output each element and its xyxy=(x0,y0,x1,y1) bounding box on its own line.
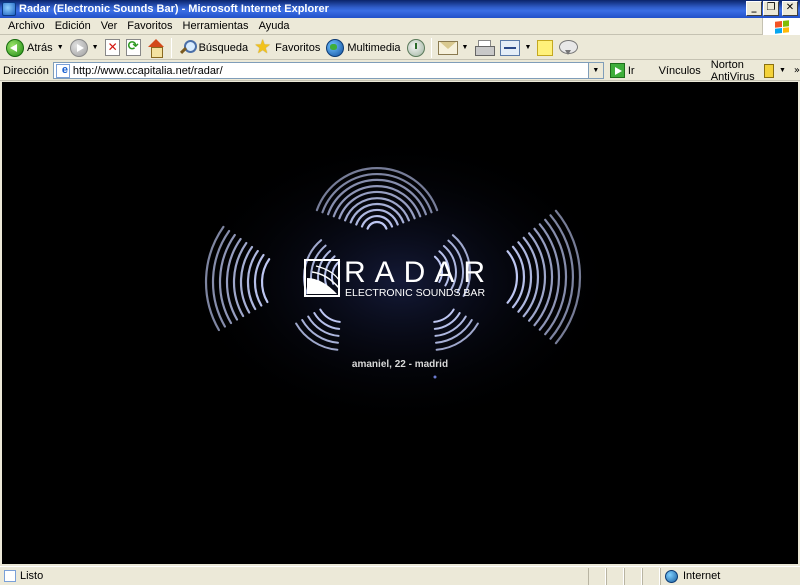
media-label: Multimedia xyxy=(347,41,401,54)
venue-address: amaniel, 22 - madrid xyxy=(352,359,448,370)
notes-button[interactable] xyxy=(534,37,556,59)
messenger-icon xyxy=(559,39,579,57)
status-cell xyxy=(588,567,606,585)
toolbar-separator xyxy=(430,37,432,58)
refresh-button[interactable] xyxy=(123,37,144,59)
mail-button[interactable]: ▼ xyxy=(435,37,472,59)
address-dropdown-icon[interactable]: ▼ xyxy=(587,63,603,78)
menu-archivo[interactable]: Archivo xyxy=(3,20,50,32)
security-zone[interactable]: Internet xyxy=(660,567,788,585)
windows-logo xyxy=(762,18,800,35)
forward-arrow-icon xyxy=(69,38,88,57)
menu-herramientas[interactable]: Herramientas xyxy=(178,20,254,32)
page-content: RADAR ELECTRONIC SOUNDS BAR amaniel, 22 … xyxy=(2,82,798,564)
status-cell xyxy=(624,567,642,585)
internet-globe-icon xyxy=(665,569,678,583)
toolbar-separator xyxy=(170,37,172,58)
windows-flag-icon xyxy=(774,19,789,34)
star-icon xyxy=(254,36,272,58)
messenger-button[interactable] xyxy=(556,37,580,59)
search-button[interactable]: Búsqueda xyxy=(175,37,252,59)
close-button[interactable]: ✕ xyxy=(782,1,798,16)
edit-button[interactable]: ▼ xyxy=(497,37,534,59)
status-cell xyxy=(606,567,624,585)
standard-toolbar: Atrás ▼ ▼ Búsqueda Favoritos Multimedia … xyxy=(0,36,800,60)
address-label: Dirección xyxy=(3,64,49,77)
minimize-button[interactable]: _ xyxy=(746,1,762,16)
window-title: Radar (Electronic Sounds Bar) - Microsof… xyxy=(19,3,329,15)
back-arrow-icon xyxy=(6,38,24,57)
print-button[interactable] xyxy=(471,37,497,59)
status-page-icon xyxy=(4,570,16,582)
page-icon xyxy=(55,63,70,78)
ie-app-icon[interactable] xyxy=(2,2,16,16)
menu-edicion[interactable]: Edición xyxy=(50,20,96,32)
back-dropdown-icon[interactable]: ▼ xyxy=(57,44,64,51)
refresh-icon xyxy=(125,39,141,56)
go-label: Ir xyxy=(627,64,635,77)
logo-text: RADAR xyxy=(344,256,494,289)
status-bar: Listo Internet xyxy=(0,566,800,585)
go-button[interactable]: Ir xyxy=(609,63,635,78)
status-main: Listo xyxy=(0,568,588,585)
norton-label: Norton AntiVirus xyxy=(710,58,755,83)
home-icon xyxy=(147,38,165,58)
norton-icon[interactable] xyxy=(764,63,774,78)
address-bar: Dirección ▼ Ir Vínculos Norton AntiVirus… xyxy=(0,59,800,83)
media-button[interactable]: Multimedia xyxy=(323,37,403,59)
norton-dropdown-icon[interactable]: ▼ xyxy=(779,67,786,74)
forward-button[interactable]: ▼ xyxy=(67,37,102,59)
radar-graphic: RADAR ELECTRONIC SOUNDS BAR amaniel, 22 … xyxy=(2,82,798,564)
media-globe-icon xyxy=(326,38,345,57)
favorites-label: Favoritos xyxy=(275,41,321,54)
links-toolbar[interactable]: Vínculos xyxy=(659,65,701,77)
history-icon xyxy=(406,38,425,57)
window-controls: _ ❐ ✕ xyxy=(746,1,798,16)
status-cell xyxy=(642,567,660,585)
norton-antivirus-toolbar[interactable]: Norton AntiVirus ▼ xyxy=(711,59,786,83)
zone-label: Internet xyxy=(683,570,721,582)
menu-favoritos[interactable]: Favoritos xyxy=(122,20,177,32)
toolbar-more-chevron-icon[interactable]: » xyxy=(794,65,800,76)
logo-subtitle: ELECTRONIC SOUNDS BAR xyxy=(345,287,485,299)
home-button[interactable] xyxy=(144,37,168,59)
edit-icon xyxy=(500,39,521,56)
search-icon xyxy=(178,39,197,57)
forward-dropdown-icon[interactable]: ▼ xyxy=(92,44,99,51)
back-label: Atrás xyxy=(27,41,53,54)
mail-dropdown-icon[interactable]: ▼ xyxy=(462,44,469,51)
search-label: Búsqueda xyxy=(198,41,249,54)
menu-bar: Archivo Edición Ver Favoritos Herramient… xyxy=(0,18,800,35)
favorites-button[interactable]: Favoritos xyxy=(251,36,323,59)
note-icon xyxy=(537,39,554,56)
menu-ayuda[interactable]: Ayuda xyxy=(254,20,295,32)
maximize-button[interactable]: ❐ xyxy=(763,1,779,16)
cursor-dot xyxy=(433,375,437,379)
back-button[interactable]: Atrás ▼ xyxy=(3,37,67,59)
stop-button[interactable] xyxy=(102,37,123,59)
stop-icon xyxy=(104,39,120,56)
title-bar[interactable]: Radar (Electronic Sounds Bar) - Microsof… xyxy=(0,0,800,18)
menu-ver[interactable]: Ver xyxy=(96,20,123,32)
history-button[interactable] xyxy=(404,37,428,59)
resize-grip[interactable] xyxy=(788,568,800,585)
mail-icon xyxy=(437,40,458,55)
status-text: Listo xyxy=(20,570,44,582)
edit-dropdown-icon[interactable]: ▼ xyxy=(524,44,531,51)
address-field[interactable]: ▼ xyxy=(52,62,604,79)
go-arrow-icon xyxy=(609,63,625,78)
address-input[interactable] xyxy=(72,64,603,77)
printer-icon xyxy=(474,39,496,56)
